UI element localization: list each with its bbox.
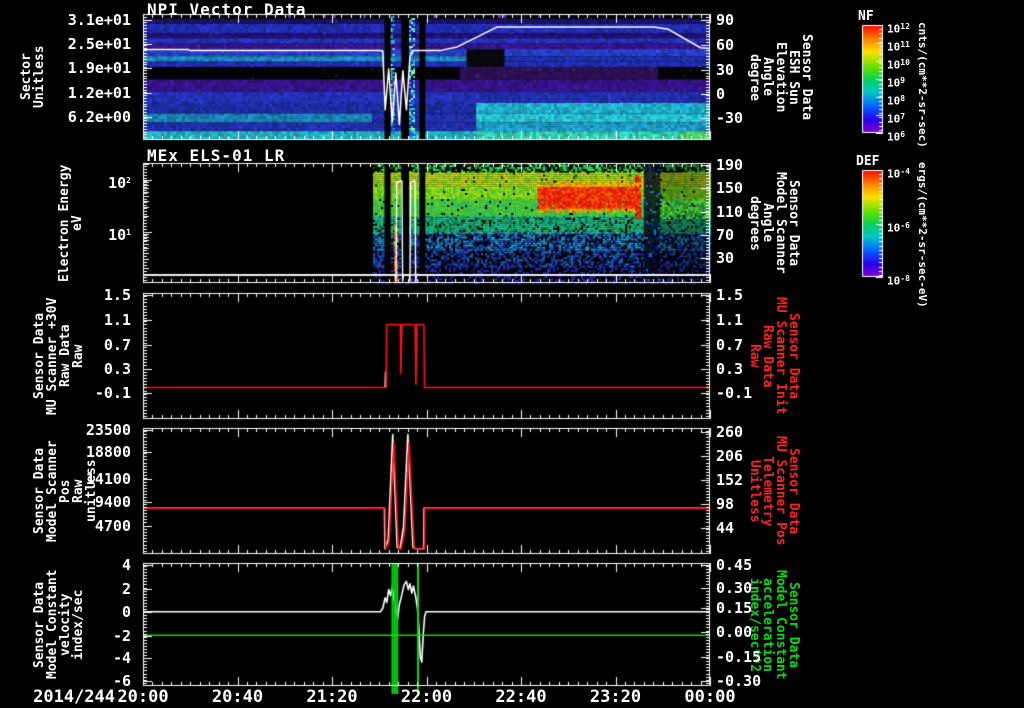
p1-left-tick-label: 1.2e+01 <box>53 85 131 101</box>
p2-right-tick-label: 150 <box>716 180 762 196</box>
colorbar-nf-tick-label: 1011 <box>887 38 921 50</box>
p5-left-tick-label: 2 <box>53 581 131 597</box>
p3-right-tick-label: 0.3 <box>716 361 762 377</box>
p5-left-tick-label: -2 <box>53 628 131 644</box>
colorbar-def-title: DEF <box>856 154 879 169</box>
p4-left-tick-label: 4700 <box>53 518 131 534</box>
p1-right-tick-label: 0 <box>716 86 762 102</box>
x-tick-label: 22:40 <box>491 687 551 707</box>
p3-right-tick-label: -0.1 <box>716 385 762 401</box>
p3-left-tick-label: 1.5 <box>53 287 131 303</box>
panel1-title: NPI Vector Data <box>147 0 307 19</box>
colorbar-nf-tick-label: 107 <box>887 110 921 122</box>
p1-left-tick-label: 6.2e+00 <box>53 109 131 125</box>
p3-right-tick-label: 0.7 <box>716 337 762 353</box>
p2-left-tick-label: 102 <box>53 172 131 188</box>
p1-left-tick-label: 3.1e+01 <box>53 12 131 28</box>
p4-right-tick-label: 98 <box>716 496 762 512</box>
p3-right-tick-label: 1.1 <box>716 312 762 328</box>
p1-right-tick-label: -30 <box>716 110 762 126</box>
p4-right-tick-label: 260 <box>716 424 762 440</box>
p3-right-tick-label: 1.5 <box>716 287 762 303</box>
panel2-title: MEx ELS-01 LR <box>147 146 285 165</box>
colorbar-nf-tick-label: 108 <box>887 92 921 104</box>
p3-left-tick-label: -0.1 <box>53 385 131 401</box>
colorbar-def-tick-label: 10-4 <box>887 165 921 177</box>
p1-right-tick-label: 30 <box>716 62 762 78</box>
p5-left-tick-label: 0 <box>53 604 131 620</box>
p4-right-tick-label: 44 <box>716 520 762 536</box>
x-tick-label: 22:00 <box>397 687 457 707</box>
p2-left-tick-label: 101 <box>53 224 131 240</box>
p5-right-tick-label: -0.15 <box>716 649 762 665</box>
plots-canvas <box>0 0 1024 708</box>
p4-left-tick-label: 9400 <box>53 494 131 510</box>
p3-left-tick-label: 1.1 <box>53 312 131 328</box>
p3-left-tick-label: 0.7 <box>53 337 131 353</box>
x-tick-label: 21:20 <box>302 687 362 707</box>
p4-right-tick-label: 206 <box>716 448 762 464</box>
x-tick-label: 00:00 <box>680 687 740 707</box>
panel1-y-axis-label: Sector Unitless <box>20 14 46 140</box>
colorbar-nf-tick-label: 109 <box>887 74 921 86</box>
x-tick-label: 23:20 <box>586 687 646 707</box>
p1-left-tick-label: 2.5e+01 <box>53 36 131 52</box>
p5-right-tick-label: 0.15 <box>716 600 762 616</box>
p4-left-tick-label: 23500 <box>53 422 131 438</box>
p1-right-tick-label: 60 <box>716 37 762 53</box>
p5-left-tick-label: -4 <box>53 650 131 666</box>
colorbar-nf-title: NF <box>858 9 874 24</box>
p1-left-tick-label: 1.9e+01 <box>53 60 131 76</box>
p2-right-tick-label: 70 <box>716 227 762 243</box>
date-label: 2014/244 <box>23 687 115 707</box>
colorbar-nf-tick-label: 1012 <box>887 20 921 32</box>
plot-figure: NPI Vector Data MEx ELS-01 LR Sector Uni… <box>0 0 1024 708</box>
p2-right-tick-label: 190 <box>716 157 762 173</box>
colorbar-def-tick-label: 10-8 <box>887 272 921 284</box>
p4-right-tick-label: 152 <box>716 472 762 488</box>
p5-right-tick-label: 0.30 <box>716 580 762 596</box>
colorbar-nf-tick-label: 106 <box>887 128 921 140</box>
x-tick-label: 20:00 <box>113 687 173 707</box>
colorbar-nf-tick-label: 1010 <box>887 56 921 68</box>
p2-right-tick-label: 110 <box>716 204 762 220</box>
p5-right-tick-label: 0.00 <box>716 624 762 640</box>
p3-left-tick-label: 0.3 <box>53 361 131 377</box>
p5-left-tick-label: 4 <box>53 557 131 573</box>
p4-left-tick-label: 14100 <box>53 471 131 487</box>
p5-right-tick-label: 0.45 <box>716 557 762 573</box>
colorbar-def-tick-label: 10-6 <box>887 219 921 231</box>
p4-left-tick-label: 18800 <box>53 444 131 460</box>
p2-right-tick-label: 30 <box>716 250 762 266</box>
p1-right-tick-label: 90 <box>716 12 762 28</box>
x-tick-label: 20:40 <box>208 687 268 707</box>
